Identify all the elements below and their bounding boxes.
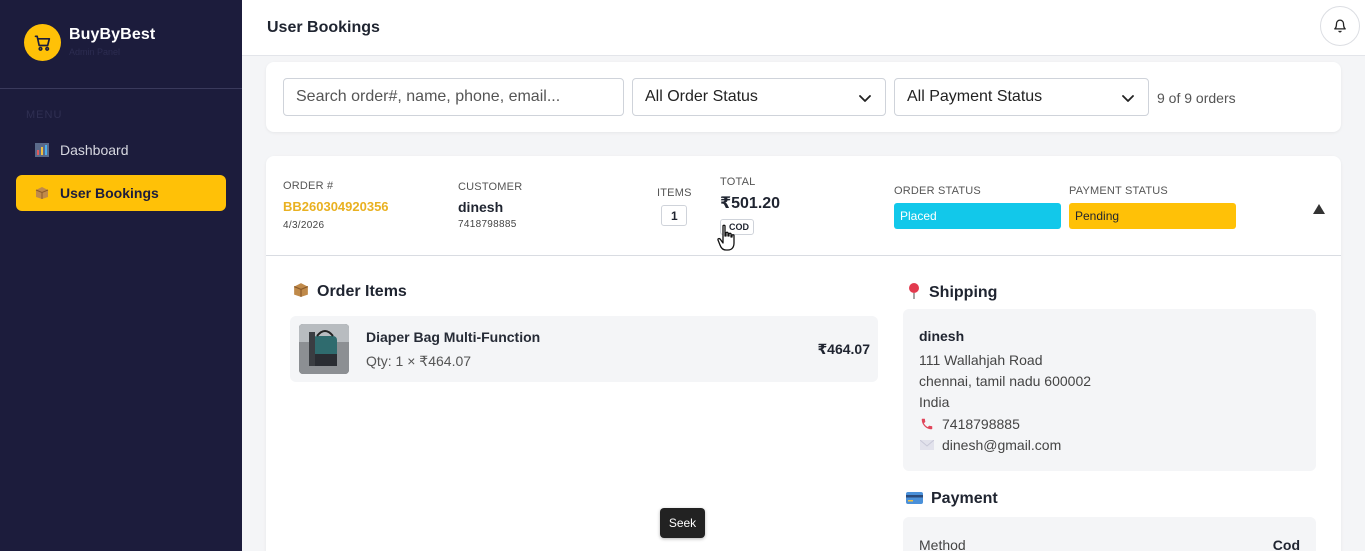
order-number-label: ORDER #	[283, 180, 334, 192]
order-date: 4/3/2026	[283, 220, 325, 231]
bar-chart-icon	[34, 142, 50, 158]
credit-card-icon	[906, 491, 923, 508]
order-item-row: Diaper Bag Multi-Function Qty: 1 × ₹464.…	[290, 316, 878, 382]
payment-status-label: PAYMENT STATUS	[1069, 185, 1168, 197]
item-price: ₹464.07	[817, 341, 870, 357]
bell-icon	[1334, 19, 1346, 33]
sidebar-item-label: User Bookings	[60, 185, 159, 201]
filter-bar: All Order Status All Payment Status 9 of…	[266, 62, 1341, 132]
order-card: ORDER # BB260304920356 4/3/2026 CUSTOMER…	[266, 156, 1341, 551]
shipping-email: dinesh@gmail.com	[942, 436, 1062, 453]
phone-icon	[919, 417, 934, 431]
order-items-title: Order Items	[317, 283, 407, 300]
package-icon	[293, 282, 309, 302]
shipping-name: dinesh	[919, 328, 965, 344]
hand-cursor-icon	[717, 224, 737, 257]
shipping-phone-row: 7418798885	[919, 414, 1300, 435]
order-summary-row[interactable]: ORDER # BB260304920356 4/3/2026 CUSTOMER…	[266, 156, 1341, 256]
notifications-button[interactable]	[1320, 6, 1360, 46]
chevron-down-icon	[859, 95, 871, 102]
seek-tooltip: Seek	[660, 508, 705, 538]
brand-subtitle: Admin Panel	[69, 47, 121, 57]
chevron-down-icon	[1122, 95, 1134, 102]
sidebar: BuyByBest Admin Panel MENU Dashboard Use…	[0, 0, 242, 551]
order-status-select-value: All Order Status	[645, 88, 758, 105]
shipping-address-line2: chennai, tamil nadu 600002	[919, 373, 1092, 390]
collapse-toggle[interactable]	[1313, 203, 1325, 217]
payment-status-select[interactable]: All Payment Status	[894, 78, 1149, 116]
payment-heading: Payment	[906, 490, 998, 508]
order-status-select[interactable]: All Order Status	[632, 78, 886, 116]
item-qty: Qty: 1 × ₹464.07	[366, 353, 472, 369]
items-label: ITEMS	[657, 187, 692, 199]
package-icon	[34, 185, 50, 201]
order-total: ₹501.20	[720, 195, 781, 212]
order-number-col: ORDER # BB260304920356 4/3/2026	[283, 180, 389, 231]
search-input[interactable]	[283, 78, 624, 116]
shipping-phone: 7418798885	[942, 415, 1020, 432]
payment-status-badge: Pending	[1069, 203, 1236, 229]
order-items-heading: Order Items	[293, 282, 407, 302]
customer-col: CUSTOMER dinesh 7418798885	[458, 181, 522, 230]
sidebar-item-dashboard[interactable]: Dashboard	[16, 132, 226, 168]
nav-section-label: MENU	[26, 109, 63, 121]
cart-icon	[24, 24, 61, 61]
items-count-badge: 1	[661, 205, 688, 226]
shipping-title: Shipping	[929, 284, 998, 301]
sidebar-item-user-bookings[interactable]: User Bookings	[16, 175, 226, 211]
order-status-label: ORDER STATUS	[894, 185, 981, 197]
sidebar-item-label: Dashboard	[60, 142, 129, 158]
shipping-heading: Shipping	[907, 282, 997, 304]
brand-name: BuyByBest	[69, 26, 156, 43]
order-number: BB260304920356	[283, 199, 389, 214]
customer-name: dinesh	[458, 199, 504, 215]
payment-method-label: Method	[919, 537, 966, 551]
payment-title: Payment	[931, 490, 998, 507]
item-name: Diaper Bag Multi-Function	[366, 329, 541, 345]
caret-up-icon	[1313, 204, 1325, 214]
top-bar: User Bookings	[242, 0, 1365, 56]
customer-label: CUSTOMER	[458, 181, 523, 193]
customer-phone: 7418798885	[458, 219, 517, 230]
total-label: TOTAL	[720, 176, 756, 188]
payment-status-select-value: All Payment Status	[907, 88, 1043, 105]
payment-details: Method Cod	[903, 517, 1316, 551]
payment-method-value: Cod	[1272, 537, 1300, 551]
shipping-details: dinesh 111 Wallahjah Road chennai, tamil…	[903, 309, 1316, 471]
page-title: User Bookings	[267, 18, 380, 36]
shipping-country: India	[919, 394, 950, 411]
items-col: ITEMS 1	[657, 187, 692, 226]
brand[interactable]: BuyByBest Admin Panel	[0, 0, 242, 89]
order-count: 9 of 9 orders	[1157, 90, 1236, 106]
shipping-address-line1: 111 Wallahjah Road	[919, 352, 1043, 368]
order-status-badge: Placed	[894, 203, 1061, 229]
pin-icon	[907, 282, 921, 304]
shipping-email-row: dinesh@gmail.com	[919, 435, 1300, 456]
envelope-icon	[919, 440, 934, 451]
product-thumbnail	[299, 324, 349, 374]
